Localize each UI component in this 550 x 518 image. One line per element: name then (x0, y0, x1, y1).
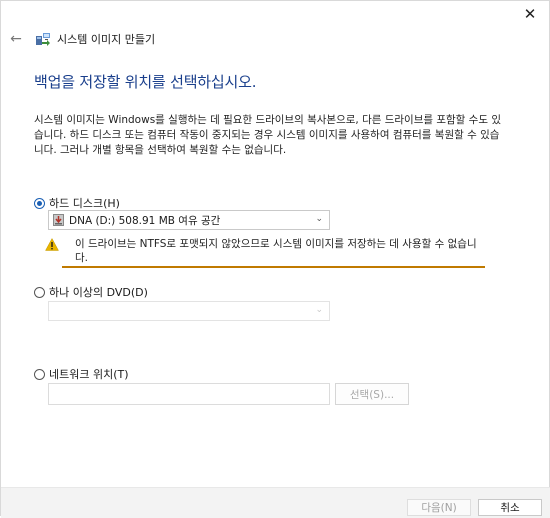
dvd-dropdown: ⌄ (48, 301, 330, 321)
network-radio[interactable] (34, 368, 45, 380)
chevron-down-icon: ⌄ (315, 214, 323, 224)
back-button[interactable]: ← (3, 28, 29, 50)
title-row: ← 시스템 이미지 만들기 (1, 27, 155, 51)
warning-text: 이 드라이브는 NTFS로 포맷되지 않았으므로 시스템 이미지를 저장하는 데… (75, 238, 477, 264)
dvd-radio[interactable] (34, 286, 45, 298)
hard-disk-selected-value: DNA (D:) 508.91 MB 여유 공간 (69, 214, 221, 227)
cancel-button[interactable]: 취소 (478, 499, 542, 516)
dvd-label: 하나 이상의 DVD(D) (49, 286, 148, 299)
description-text: 시스템 이미지는 Windows를 실행하는 데 필요한 드라이브의 복사본으로… (34, 114, 501, 156)
hard-disk-dropdown[interactable]: DNA (D:) 508.91 MB 여유 공간 ⌄ (48, 210, 330, 230)
close-button[interactable]: ✕ (517, 3, 543, 25)
hard-disk-label: 하드 디스크(H) (49, 197, 120, 210)
close-icon: ✕ (523, 5, 537, 23)
dialog-window: ✕ ← 시스템 이미지 만들기 백업을 저장할 위치를 선택하십시오. 시스템 … (0, 0, 550, 518)
window-title: 시스템 이미지 만들기 (57, 33, 156, 46)
network-option[interactable]: 네트워크 위치(T) (34, 366, 129, 382)
backup-app-icon (36, 33, 50, 46)
next-button: 다음(N) (407, 499, 471, 516)
hard-disk-radio[interactable] (34, 197, 45, 209)
drive-icon (53, 214, 64, 226)
chevron-down-icon: ⌄ (315, 305, 323, 315)
back-arrow-icon: ← (10, 31, 22, 47)
page-heading: 백업을 저장할 위치를 선택하십시오. (34, 73, 257, 91)
network-label: 네트워크 위치(T) (49, 368, 129, 381)
warning-underline (62, 266, 485, 268)
select-network-button: 선택(S)... (335, 383, 409, 405)
dvd-option[interactable]: 하나 이상의 DVD(D) (34, 284, 148, 300)
hard-disk-option[interactable]: 하드 디스크(H) (34, 195, 120, 211)
network-path-input (48, 383, 330, 405)
warning-icon (45, 238, 59, 251)
